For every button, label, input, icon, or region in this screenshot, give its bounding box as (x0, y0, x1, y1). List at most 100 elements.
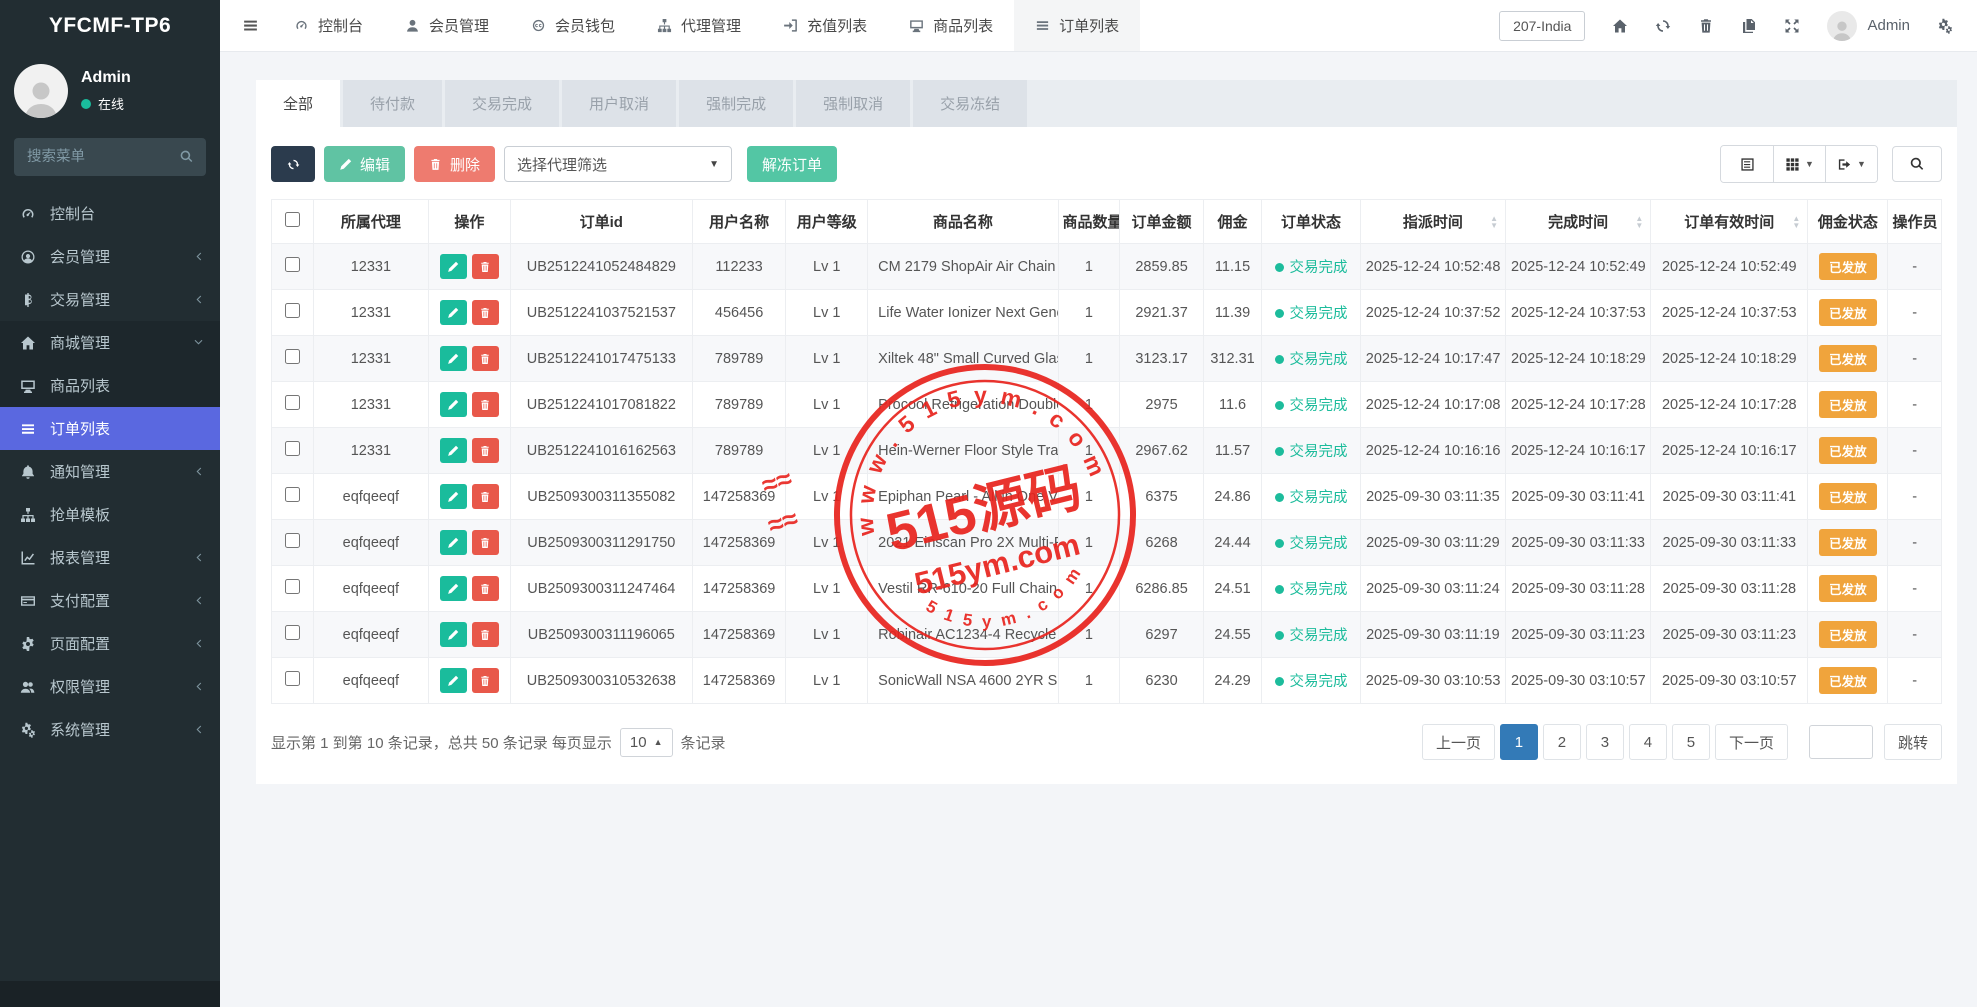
next-page-button[interactable]: 下一页 (1715, 724, 1788, 760)
row-delete-button[interactable] (472, 530, 499, 555)
row-checkbox[interactable] (285, 533, 300, 548)
menu-toggle-icon[interactable] (240, 0, 273, 51)
col-header-qty: 商品数量 (1058, 200, 1120, 244)
cell-level: Lv 1 (786, 520, 868, 566)
col-header-agent: 所属代理 (313, 200, 428, 244)
topnav-item[interactable]: 订单列表 (1014, 0, 1140, 51)
row-checkbox[interactable] (285, 625, 300, 640)
home-icon[interactable] (1612, 18, 1628, 34)
sidebar-item[interactable]: 支付配置 (0, 579, 220, 622)
row-delete-button[interactable] (472, 622, 499, 647)
row-edit-button[interactable] (440, 300, 467, 325)
page-button[interactable]: 4 (1629, 724, 1667, 760)
row-delete-button[interactable] (472, 484, 499, 509)
sidebar-item[interactable]: 交易管理 (0, 278, 220, 321)
sort-icon[interactable]: ▲▼ (1792, 215, 1800, 229)
sidebar-item[interactable]: 控制台 (0, 192, 220, 235)
row-checkbox[interactable] (285, 671, 300, 686)
row-checkbox[interactable] (285, 487, 300, 502)
topnav-item[interactable]: 代理管理 (636, 0, 762, 51)
delete-button[interactable]: 删除 (414, 146, 495, 182)
row-checkbox[interactable] (285, 395, 300, 410)
admin-menu[interactable]: Admin (1827, 11, 1910, 41)
row-edit-button[interactable] (440, 392, 467, 417)
select-all-checkbox[interactable] (285, 212, 300, 227)
row-delete-button[interactable] (472, 254, 499, 279)
refresh-button[interactable] (271, 146, 315, 182)
sidebar-item[interactable]: 抢单模板 (0, 493, 220, 536)
status-tab[interactable]: 全部 (256, 80, 340, 127)
row-edit-button[interactable] (440, 346, 467, 371)
sidebar-item[interactable]: 会员管理 (0, 235, 220, 278)
row-delete-button[interactable] (472, 392, 499, 417)
row-delete-button[interactable] (472, 438, 499, 463)
row-delete-button[interactable] (472, 300, 499, 325)
topnav-item[interactable]: 会员管理 (384, 0, 510, 51)
row-checkbox[interactable] (285, 303, 300, 318)
row-checkbox[interactable] (285, 579, 300, 594)
status-tab[interactable]: 强制完成 (679, 80, 793, 127)
row-edit-button[interactable] (440, 576, 467, 601)
sidebar-item[interactable]: 权限管理 (0, 665, 220, 708)
page-button[interactable]: 3 (1586, 724, 1624, 760)
col-header-assign-time[interactable]: 指派时间▲▼ (1360, 200, 1505, 244)
sidebar-item[interactable]: 页面配置 (0, 622, 220, 665)
page-button[interactable]: 5 (1672, 724, 1710, 760)
refresh-icon[interactable] (1655, 18, 1671, 34)
row-checkbox[interactable] (285, 441, 300, 456)
clear-cache-icon[interactable] (1741, 18, 1757, 34)
sidebar-item[interactable]: 通知管理 (0, 450, 220, 493)
avatar[interactable] (14, 64, 68, 118)
row-delete-button[interactable] (472, 668, 499, 693)
sidebar-item[interactable]: 商城管理 (0, 321, 220, 364)
row-edit-button[interactable] (440, 254, 467, 279)
cell-status: 交易完成 (1262, 382, 1361, 428)
status-tab[interactable]: 强制取消 (796, 80, 910, 127)
chevron-left-icon (193, 681, 204, 692)
col-header-valid-time[interactable]: 订单有效时间▲▼ (1651, 200, 1808, 244)
row-delete-button[interactable] (472, 576, 499, 601)
row-checkbox[interactable] (285, 257, 300, 272)
sidebar-item[interactable]: 报表管理 (0, 536, 220, 579)
row-checkbox[interactable] (285, 349, 300, 364)
prev-page-button[interactable]: 上一页 (1422, 724, 1495, 760)
sidebar-item[interactable]: 商品列表 (0, 364, 220, 407)
status-dot-icon (1275, 631, 1284, 640)
export-button[interactable]: ▼ (1825, 146, 1877, 182)
jump-page-input[interactable] (1809, 725, 1873, 759)
fullscreen-icon[interactable] (1784, 18, 1800, 34)
topnav-item[interactable]: 会员钱包 (510, 0, 636, 51)
row-edit-button[interactable] (440, 622, 467, 647)
page-button[interactable]: 2 (1543, 724, 1581, 760)
topnav-item[interactable]: 充值列表 (762, 0, 888, 51)
row-edit-button[interactable] (440, 668, 467, 693)
topnav-item[interactable]: 控制台 (273, 0, 384, 51)
sidebar-search-input[interactable] (14, 138, 206, 176)
col-header-finish-time[interactable]: 完成时间▲▼ (1506, 200, 1651, 244)
sort-icon[interactable]: ▲▼ (1635, 215, 1643, 229)
sort-icon[interactable]: ▲▼ (1490, 215, 1498, 229)
sidebar-item[interactable]: 系统管理 (0, 708, 220, 751)
topnav-item[interactable]: 商品列表 (888, 0, 1014, 51)
row-edit-button[interactable] (440, 530, 467, 555)
status-tab[interactable]: 交易完成 (445, 80, 559, 127)
row-edit-button[interactable] (440, 484, 467, 509)
unfreeze-button[interactable]: 解冻订单 (747, 146, 837, 182)
trash-icon[interactable] (1698, 18, 1714, 34)
status-tab[interactable]: 待付款 (343, 80, 442, 127)
row-delete-button[interactable] (472, 346, 499, 371)
toggle-pagination-button[interactable] (1721, 146, 1773, 182)
table-search-button[interactable] (1892, 146, 1942, 182)
status-tab[interactable]: 用户取消 (562, 80, 676, 127)
settings-gears-icon[interactable] (1937, 18, 1953, 34)
row-edit-button[interactable] (440, 438, 467, 463)
status-tab[interactable]: 交易冻结 (913, 80, 1027, 127)
edit-button[interactable]: 编辑 (324, 146, 405, 182)
jump-button[interactable]: 跳转 (1884, 724, 1942, 760)
sidebar-item-active[interactable]: 订单列表 (0, 407, 220, 450)
agent-filter-select[interactable]: 选择代理筛选▼ (504, 146, 732, 182)
region-button[interactable]: 207-India (1499, 11, 1585, 41)
columns-button[interactable]: ▼ (1773, 146, 1825, 182)
page-button[interactable]: 1 (1500, 724, 1538, 760)
page-size-select[interactable]: 10▲ (620, 728, 673, 757)
